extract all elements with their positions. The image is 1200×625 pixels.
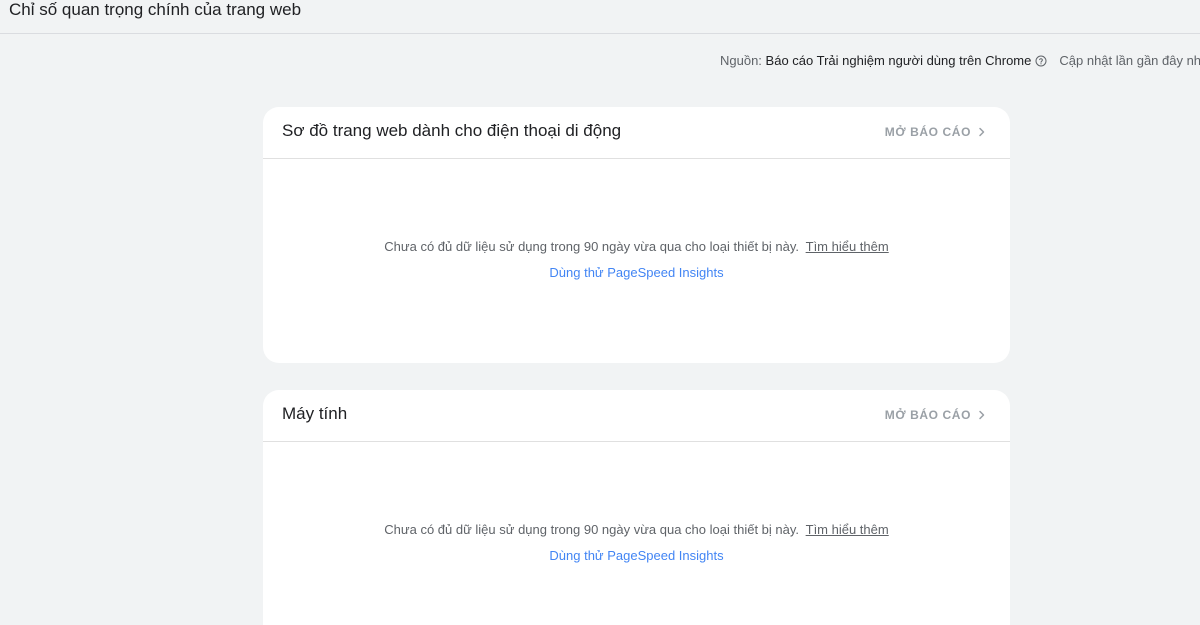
mobile-card: Sơ đồ trang web dành cho điện thoại di đ…	[263, 107, 1010, 363]
mobile-open-report-button[interactable]: MỞ BÁO CÁO	[885, 124, 987, 140]
desktop-open-report-button[interactable]: MỞ BÁO CÁO	[885, 407, 987, 423]
desktop-pagespeed-link[interactable]: Dùng thử PageSpeed Insights	[263, 547, 1010, 565]
chevron-right-icon	[979, 410, 985, 420]
page-header: Chỉ số quan trọng chính của trang web	[0, 0, 1200, 34]
desktop-card-header: Máy tính MỞ BÁO CÁO	[263, 390, 1010, 442]
source-label: Nguồn:	[720, 53, 766, 68]
desktop-open-report-label: MỞ BÁO CÁO	[884, 408, 971, 422]
mobile-card-header: Sơ đồ trang web dành cho điện thoại di đ…	[263, 107, 1010, 159]
desktop-card: Máy tính MỞ BÁO CÁO Chưa có đủ dữ liệu s…	[263, 390, 1010, 625]
source-line: Nguồn: Báo cáo Trải nghiệm người dùng tr…	[720, 52, 1200, 70]
mobile-learn-more-link[interactable]: Tìm hiểu thêm	[806, 239, 889, 254]
mobile-card-title: Sơ đồ trang web dành cho điện thoại di đ…	[282, 121, 622, 140]
mobile-empty-message-text: Chưa có đủ dữ liệu sử dụng trong 90 ngày…	[384, 239, 799, 254]
source-report-link[interactable]: Báo cáo Trải nghiệm người dùng trên Chro…	[766, 53, 1032, 68]
page-title: Chỉ số quan trọng chính của trang web	[9, 0, 302, 19]
core-web-vitals-page: Chỉ số quan trọng chính của trang web Ng…	[0, 0, 1200, 625]
desktop-empty-message: Chưa có đủ dữ liệu sử dụng trong 90 ngày…	[263, 521, 1010, 539]
chevron-right-icon	[979, 127, 985, 137]
last-updated-text: Cập nhật lần gần đây nh	[1059, 53, 1200, 68]
mobile-pagespeed-link[interactable]: Dùng thử PageSpeed Insights	[263, 264, 1010, 282]
desktop-card-title: Máy tính	[282, 404, 348, 423]
mobile-open-report-label: MỞ BÁO CÁO	[884, 125, 971, 139]
help-circle-icon[interactable]	[1035, 55, 1047, 67]
mobile-empty-message: Chưa có đủ dữ liệu sử dụng trong 90 ngày…	[263, 238, 1010, 256]
desktop-learn-more-link[interactable]: Tìm hiểu thêm	[806, 522, 889, 537]
desktop-empty-message-text: Chưa có đủ dữ liệu sử dụng trong 90 ngày…	[384, 522, 799, 537]
